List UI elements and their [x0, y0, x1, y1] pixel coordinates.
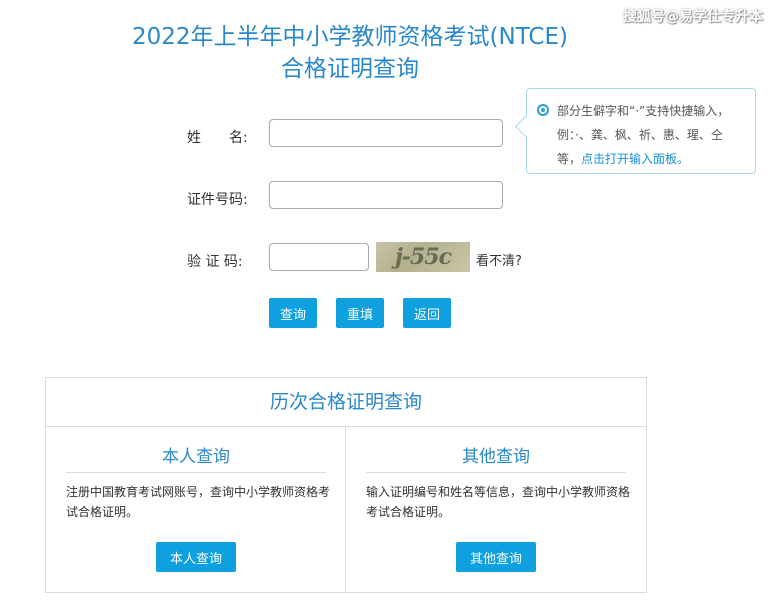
- self-query-button[interactable]: 本人查询: [156, 542, 236, 572]
- other-query-heading: 其他查询: [366, 442, 626, 473]
- open-input-panel-link[interactable]: 点击打开输入面板。: [581, 152, 689, 166]
- reset-button[interactable]: 重填: [336, 298, 384, 328]
- info-radio-icon: [537, 104, 549, 116]
- self-query-desc: 注册中国教育考试网账号，查询中小学教师资格考试合格证明。: [66, 485, 331, 519]
- watermark: 搜狐号@易学仕专升本: [623, 9, 763, 25]
- query-button[interactable]: 查询: [269, 298, 317, 328]
- other-query-button[interactable]: 其他查询: [456, 542, 536, 572]
- page-subtitle: 合格证明查询: [281, 56, 419, 82]
- history-title: 历次合格证明查询: [46, 378, 646, 427]
- tooltip-arrow: [514, 115, 537, 138]
- page-title: 2022年上半年中小学教师资格考试(NTCE): [132, 24, 568, 50]
- captcha-label: 验 证 码:: [187, 254, 243, 270]
- id-number-label: 证件号码:: [187, 192, 248, 208]
- back-button[interactable]: 返回: [403, 298, 451, 328]
- self-query-heading: 本人查询: [66, 442, 326, 473]
- captcha-input[interactable]: [269, 243, 369, 271]
- history-query-panel: 历次合格证明查询 本人查询 注册中国教育考试网账号，查询中小学教师资格考试合格证…: [45, 377, 647, 593]
- name-label: 姓 名:: [187, 130, 248, 146]
- captcha-image[interactable]: j-55c: [376, 242, 470, 272]
- input-hint-tooltip: 部分生僻字和“·”支持快捷输入，例：·、龚、枫、祈、惠、瑆、仝等，点击打开输入面…: [514, 88, 756, 174]
- refresh-captcha-link[interactable]: 看不清?: [476, 250, 522, 269]
- name-input[interactable]: [269, 119, 503, 147]
- id-number-input[interactable]: [269, 181, 503, 209]
- other-query-desc: 输入证明编号和姓名等信息，查询中小学教师资格考试合格证明。: [366, 485, 631, 519]
- captcha-text: j-55c: [394, 244, 452, 270]
